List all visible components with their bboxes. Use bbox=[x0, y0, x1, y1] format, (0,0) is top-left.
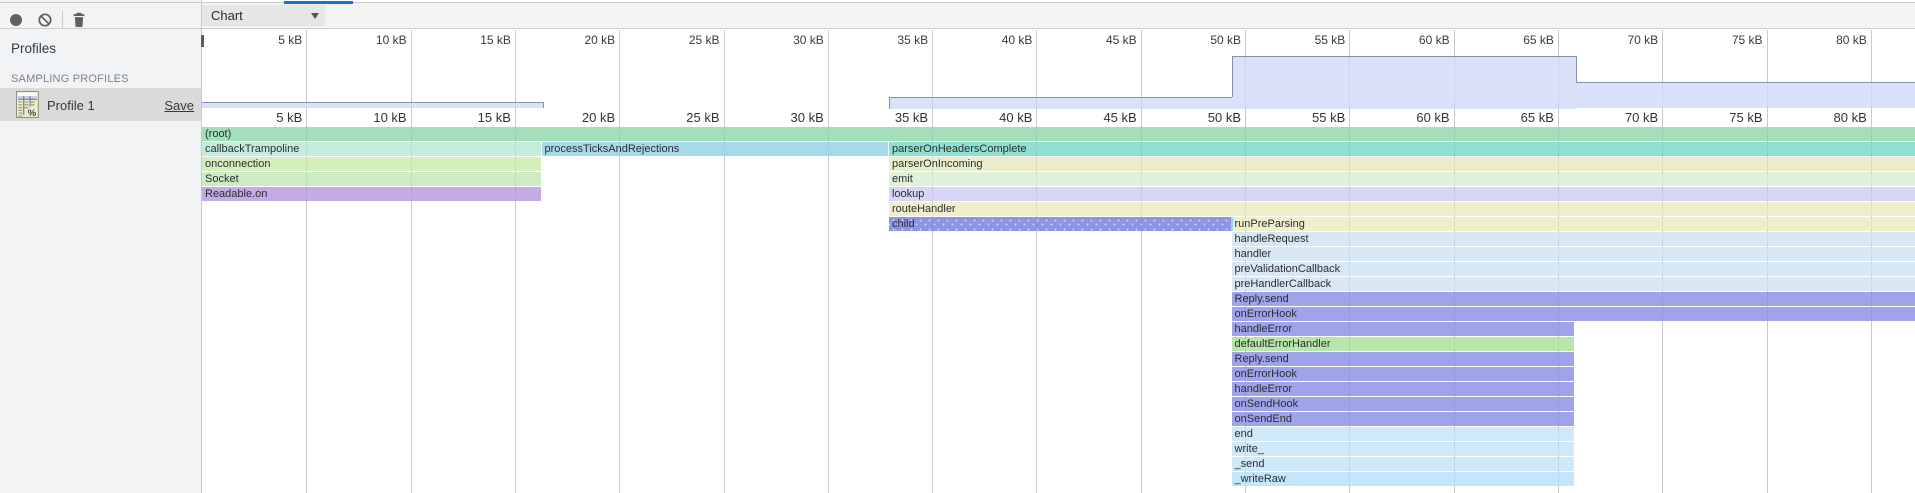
svg-text:%: % bbox=[28, 108, 37, 119]
